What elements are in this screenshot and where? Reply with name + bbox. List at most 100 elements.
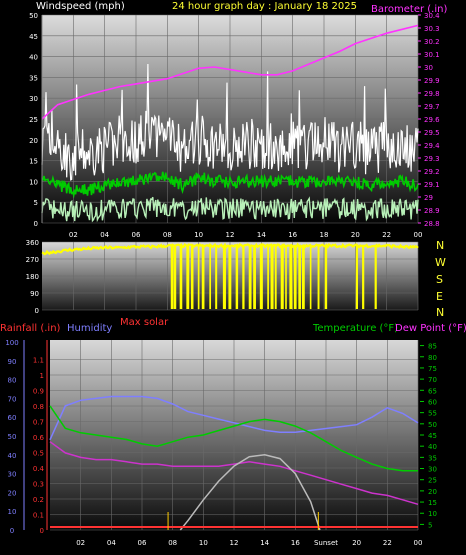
compass-n-bottom: N <box>436 306 444 319</box>
direction-y-tick-label: 180 <box>26 273 39 281</box>
wind-x-tick-label: 20 <box>351 231 360 239</box>
rain-y-tick-label: 0 <box>40 527 44 535</box>
wind-y-tick-label: 50 <box>29 12 38 20</box>
rainfall-axis-title: Rainfall (.in) <box>0 323 61 334</box>
barometer-y-tick-label: 28.9 <box>424 207 440 215</box>
climate-x-tick-label: 06 <box>138 539 147 547</box>
climate-x-tick-label: 16 <box>291 539 300 547</box>
barometer-y-tick-label: 30.4 <box>424 12 440 20</box>
climate-x-tick-label: 00 <box>414 539 423 547</box>
rain-y-tick-label: 0.6 <box>33 434 45 442</box>
weather-graph: Windspeed (mph) 24 hour graph day : Janu… <box>0 1 466 547</box>
humidity-y-tick-label: 20 <box>8 489 17 497</box>
climate-x-tick-label: 08 <box>168 539 177 547</box>
temperature-y-tick-label: 15 <box>428 499 437 507</box>
rain-y-tick-label: 0.1 <box>33 512 44 520</box>
temperature-y-tick-label: 35 <box>428 454 437 462</box>
barometer-y-tick-label: 29.3 <box>424 155 440 163</box>
barometer-y-tick-label: 29 <box>424 194 433 202</box>
temperature-y-tick-label: 80 <box>428 354 437 362</box>
temperature-y-tick-label: 25 <box>428 477 437 485</box>
humidity-axis-title: Humidity <box>67 323 112 334</box>
wind-x-tick-label: 10 <box>194 231 203 239</box>
climate-x-tick-label: 12 <box>230 539 239 547</box>
barometer-y-tick-label: 29.7 <box>424 103 440 111</box>
climate-x-tick-label: 14 <box>260 539 269 547</box>
wind-y-tick-label: 20 <box>29 137 38 145</box>
wind-x-tick-label: 16 <box>288 231 297 239</box>
rain-y-tick-label: 1 <box>40 372 44 380</box>
rain-y-tick-label: 1.1 <box>33 357 44 365</box>
wind-x-tick-label: 22 <box>382 231 391 239</box>
temperature-axis-title: Temperature (°F) <box>312 323 398 334</box>
barometer-y-tick-label: 29.8 <box>424 90 440 98</box>
compass-w: W <box>435 256 446 269</box>
temperature-y-tick-label: 85 <box>428 343 437 351</box>
humidity-y-tick-label: 60 <box>8 414 17 422</box>
barometer-y-tick-label: 29.5 <box>424 129 440 137</box>
temperature-y-tick-label: 5 <box>428 521 432 529</box>
temperature-y-tick-label: 10 <box>428 510 437 518</box>
humidity-y-tick-label: 40 <box>8 452 17 460</box>
direction-y-tick-label: 90 <box>30 290 39 298</box>
wind-y-tick-label: 40 <box>29 54 38 62</box>
wind-x-tick-label: 00 <box>414 231 423 239</box>
humidity-y-tick-label: 70 <box>8 395 17 403</box>
direction-y-tick-label: 360 <box>26 239 39 247</box>
rain-y-tick-label: 0.5 <box>33 450 44 458</box>
wind-x-tick-label: 08 <box>163 231 172 239</box>
barometer-y-tick-label: 29.2 <box>424 168 440 176</box>
temperature-y-tick-label: 60 <box>428 398 437 406</box>
climate-x-tick-label: 22 <box>383 539 392 547</box>
humidity-y-tick-label: 0 <box>10 527 14 535</box>
barometer-y-tick-label: 30.1 <box>424 51 440 59</box>
wind-x-tick-label: 14 <box>257 231 266 239</box>
wind-y-tick-label: 10 <box>29 178 38 186</box>
humidity-y-tick-label: 80 <box>8 377 17 385</box>
temperature-y-tick-label: 50 <box>428 421 437 429</box>
wind-y-tick-label: 5 <box>34 199 38 207</box>
barometer-y-tick-label: 30 <box>424 64 433 72</box>
barometer-y-tick-label: 30.2 <box>424 38 440 46</box>
temperature-y-tick-label: 55 <box>428 410 437 418</box>
wind-axis-title: Windspeed (mph) <box>36 1 125 12</box>
humidity-y-tick-label: 10 <box>8 508 17 516</box>
wind-y-tick-label: 30 <box>29 95 38 103</box>
rain-y-tick-label: 0.8 <box>33 403 44 411</box>
compass-n-top: N <box>436 239 444 252</box>
compass-s: S <box>436 273 443 286</box>
temperature-y-tick-label: 75 <box>428 365 437 373</box>
climate-x-tick-label: 10 <box>199 539 208 547</box>
dewpoint-axis-title: Dew Point (°F) <box>395 323 466 334</box>
barometer-y-tick-label: 29.4 <box>424 142 440 150</box>
temperature-y-tick-label: 70 <box>428 376 437 384</box>
climate-x-tick-label: 04 <box>107 539 116 547</box>
chart-title: 24 hour graph day : January 18 2025 <box>172 1 357 12</box>
max-solar-label: Max solar <box>120 317 169 328</box>
humidity-y-tick-label: 30 <box>8 471 17 479</box>
rain-y-tick-label: 0.9 <box>33 388 44 396</box>
climate-x-tick-label: Sunset <box>314 539 338 547</box>
temperature-y-tick-label: 40 <box>428 443 437 451</box>
rain-y-tick-label: 0.3 <box>33 481 44 489</box>
wind-y-tick-label: 45 <box>29 33 38 41</box>
humidity-y-tick-label: 90 <box>8 358 17 366</box>
temperature-y-tick-label: 65 <box>428 387 437 395</box>
direction-y-tick-label: 270 <box>26 256 39 264</box>
wind-y-tick-label: 0 <box>34 220 38 228</box>
temperature-y-tick-label: 20 <box>428 488 437 496</box>
barometer-y-tick-label: 29.1 <box>424 181 440 189</box>
barometer-y-tick-label: 29.9 <box>424 77 440 85</box>
humidity-y-tick-label: 100 <box>5 339 18 347</box>
climate-x-tick-label: 20 <box>352 539 361 547</box>
wind-x-tick-label: 02 <box>69 231 78 239</box>
compass-e: E <box>436 290 443 303</box>
wind-x-tick-label: 12 <box>226 231 235 239</box>
humidity-y-tick-label: 50 <box>8 433 17 441</box>
wind-y-tick-label: 25 <box>29 116 38 124</box>
wind-y-tick-label: 15 <box>29 158 38 166</box>
barometer-y-tick-label: 30.3 <box>424 25 440 33</box>
rain-y-tick-label: 0.4 <box>33 465 45 473</box>
wind-x-tick-label: 04 <box>100 231 109 239</box>
wind-y-tick-label: 35 <box>29 74 38 82</box>
